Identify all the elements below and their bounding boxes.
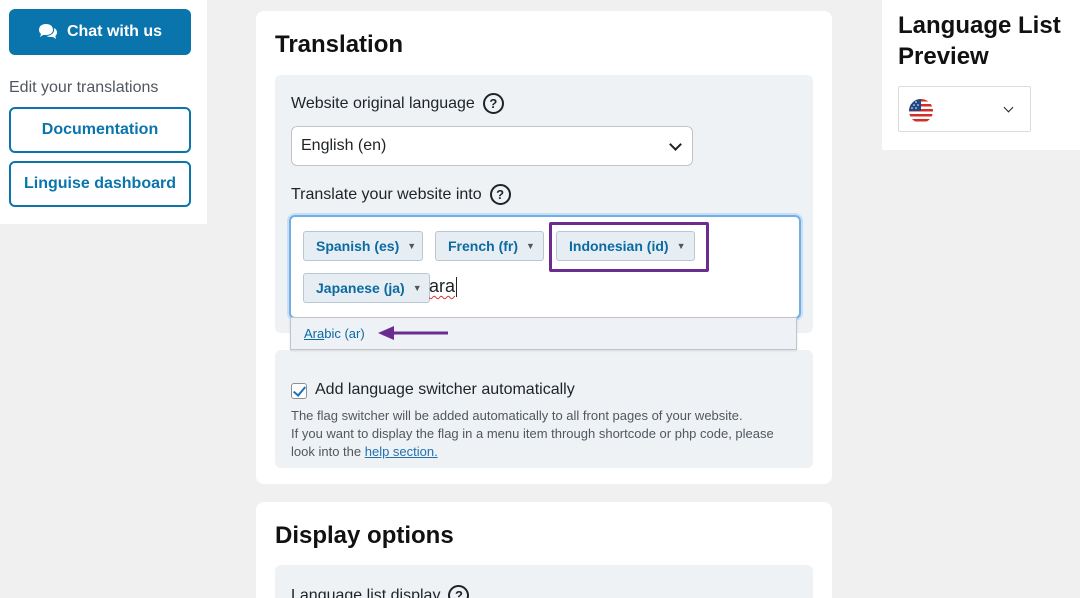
translation-card: Translation Website original language ? … xyxy=(256,11,832,484)
suggestion-rest-text: bic (ar) xyxy=(324,326,365,341)
translate-into-label-text: Translate your website into xyxy=(291,185,482,203)
language-switcher-preview[interactable] xyxy=(898,86,1031,132)
translation-title: Translation xyxy=(275,31,404,58)
original-language-label: Website original language ? xyxy=(291,93,504,114)
help-icon[interactable]: ? xyxy=(482,93,504,114)
language-settings-section: Website original language ? English (en)… xyxy=(275,75,813,333)
switcher-desc-line1: The flag switcher will be added automati… xyxy=(291,408,743,423)
caret-down-icon[interactable]: ▼ xyxy=(526,241,535,251)
preview-title: Language List Preview xyxy=(898,12,1061,70)
original-language-select[interactable]: English (en) xyxy=(291,126,693,166)
us-flag-icon xyxy=(909,99,933,123)
chevron-down-icon xyxy=(669,138,682,151)
language-list-display-label-text: Language list display xyxy=(291,586,441,598)
annotation-arrow-icon xyxy=(378,326,448,340)
search-typed-text: ara xyxy=(429,276,456,296)
add-switcher-checkbox[interactable] xyxy=(291,383,307,399)
caret-down-icon[interactable]: ▼ xyxy=(407,241,416,251)
annotation-highlight-box xyxy=(549,222,709,272)
suggestion-option-arabic[interactable]: Arabic (ar) xyxy=(304,326,365,341)
edit-translations-label: Edit your translations xyxy=(9,79,159,96)
language-list-display-section: Language list display ? xyxy=(275,565,813,598)
help-icon[interactable]: ? xyxy=(489,184,511,205)
add-switcher-label: Add language switcher automatically xyxy=(315,381,575,398)
display-options-card: Display options Language list display ? xyxy=(256,502,832,598)
caret-down-icon[interactable]: ▼ xyxy=(413,283,422,293)
translate-into-label: Translate your website into ? xyxy=(291,184,511,205)
left-sidebar: Chat with us Edit your translations Docu… xyxy=(0,0,207,224)
chat-bubbles-icon xyxy=(38,24,57,39)
language-tag-label: French (fr) xyxy=(448,238,518,254)
original-language-label-text: Website original language xyxy=(291,94,475,112)
target-languages-multiselect[interactable]: Spanish (es) ▼ French (fr) ▼ Indonesian (i… xyxy=(289,215,801,319)
chat-button-label: Chat with us xyxy=(66,23,163,40)
switcher-desc-line2: If you want to display the flag in a men… xyxy=(291,426,774,459)
language-list-display-label: Language list display ? xyxy=(291,585,470,598)
display-options-title: Display options xyxy=(275,522,454,549)
documentation-button[interactable]: Documentation xyxy=(9,107,191,153)
language-search-input[interactable]: ara xyxy=(429,276,458,298)
help-icon[interactable]: ? xyxy=(448,585,470,598)
language-suggestion-dropdown[interactable]: Arabic (ar) xyxy=(290,317,797,350)
chevron-down-icon xyxy=(1003,102,1014,113)
suggestion-match-text: Ara xyxy=(304,326,325,341)
language-tag[interactable]: Spanish (es) ▼ xyxy=(303,231,423,261)
help-section-link[interactable]: help section. xyxy=(365,444,438,459)
text-cursor xyxy=(456,277,458,298)
language-tag[interactable]: French (fr) ▼ xyxy=(435,231,544,261)
switcher-description: The flag switcher will be added automati… xyxy=(291,407,801,461)
language-list-preview-panel: Language List Preview xyxy=(882,0,1080,150)
language-tag[interactable]: Japanese (ja) ▼ xyxy=(303,273,430,303)
chat-with-us-button[interactable]: Chat with us xyxy=(9,9,191,55)
switcher-section: Add language switcher automatically The … xyxy=(275,350,813,468)
language-tag-label: Spanish (es) xyxy=(316,238,400,254)
language-tag-label: Japanese (ja) xyxy=(316,280,405,296)
original-language-value: English (en) xyxy=(301,137,387,154)
linguise-dashboard-button[interactable]: Linguise dashboard xyxy=(9,161,191,207)
